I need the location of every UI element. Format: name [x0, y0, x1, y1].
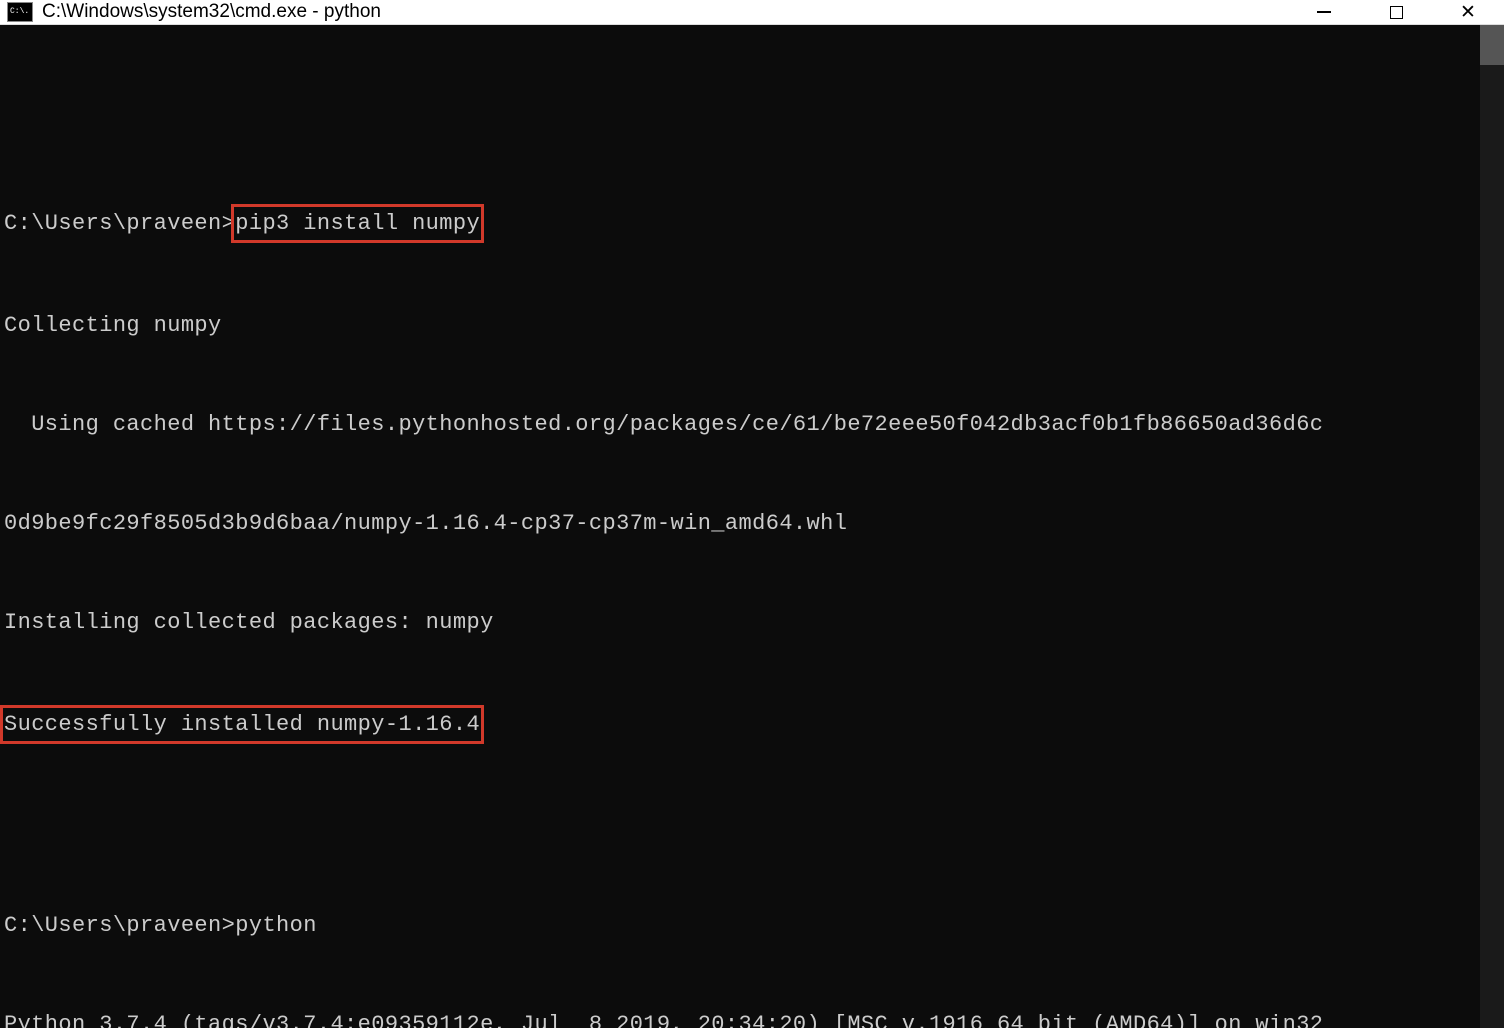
highlight-success: Successfully installed numpy-1.16.4	[0, 705, 484, 744]
minimize-button[interactable]	[1288, 0, 1360, 24]
scrollbar[interactable]	[1480, 25, 1504, 1028]
prompt-text: C:\Users\praveen>	[4, 207, 235, 240]
window-title: C:\Windows\system32\cmd.exe - python	[42, 1, 381, 23]
maximize-button[interactable]	[1360, 0, 1432, 24]
titlebar-left: C:\. C:\Windows\system32\cmd.exe - pytho…	[0, 0, 1288, 24]
maximize-icon	[1390, 6, 1403, 19]
scroll-thumb[interactable]	[1480, 25, 1504, 65]
output-line: Using cached https://files.pythonhosted.…	[4, 408, 1480, 441]
python-version-line: Python 3.7.4 (tags/v3.7.4:e09359112e, Ju…	[4, 1008, 1480, 1028]
close-icon: ✕	[1460, 3, 1476, 22]
command-text: pip3 install numpy	[235, 211, 480, 236]
cmd-window: C:\. C:\Windows\system32\cmd.exe - pytho…	[0, 0, 1504, 514]
window-controls: ✕	[1288, 0, 1504, 24]
highlight-pip-install: pip3 install numpy	[231, 204, 484, 243]
close-button[interactable]: ✕	[1432, 0, 1504, 24]
terminal-area: C:\Users\praveen>pip3 install numpy Coll…	[0, 25, 1504, 1028]
terminal-content[interactable]: C:\Users\praveen>pip3 install numpy Coll…	[0, 25, 1480, 1028]
prompt-line: C:\Users\praveen>python	[4, 909, 1480, 942]
cmd-icon: C:\.	[6, 0, 34, 24]
cmd-icon-text: C:\.	[10, 8, 29, 16]
minimize-icon	[1317, 11, 1331, 13]
output-line: Collecting numpy	[4, 309, 1480, 342]
output-line: 0d9be9fc29f8505d3b9d6baa/numpy-1.16.4-cp…	[4, 507, 1480, 540]
output-line: Successfully installed numpy-1.16.4	[4, 712, 480, 737]
output-line: Installing collected packages: numpy	[4, 606, 1480, 639]
titlebar[interactable]: C:\. C:\Windows\system32\cmd.exe - pytho…	[0, 0, 1504, 25]
